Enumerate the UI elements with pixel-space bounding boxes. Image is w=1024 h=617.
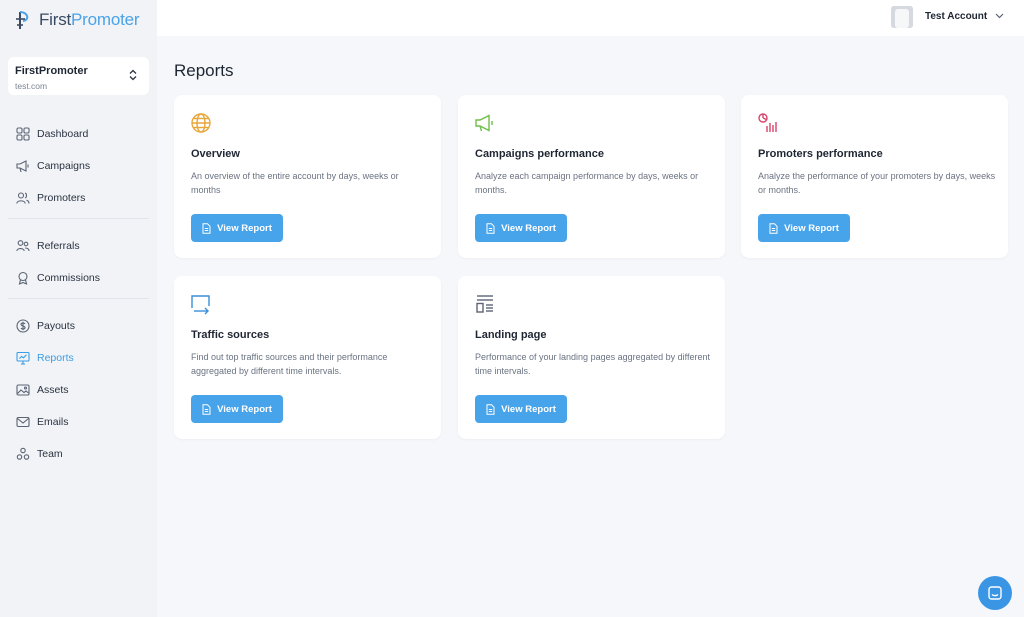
- sidebar-item-campaigns[interactable]: Campaigns: [0, 150, 157, 182]
- card-title: Landing page: [475, 329, 547, 341]
- sidebar-item-team[interactable]: Team: [0, 438, 157, 470]
- card-description: An overview of the entire account by day…: [191, 171, 399, 195]
- report-card-landing: Landing page Performance of your landing…: [458, 276, 725, 439]
- view-report-label: View Report: [501, 403, 556, 415]
- document-icon: [769, 222, 778, 234]
- brand-logo[interactable]: FirstPromoter: [14, 9, 140, 31]
- sidebar-item-label: Reports: [37, 352, 74, 364]
- chevron-down-icon[interactable]: [995, 13, 1004, 19]
- brand-first: First: [39, 10, 72, 29]
- sidebar: FirstPromoter FirstPromoter test.com Das…: [0, 0, 157, 617]
- megaphone-icon: [475, 114, 493, 132]
- sidebar-item-label: Referrals: [37, 240, 80, 252]
- document-icon: [486, 222, 495, 234]
- brand-promoter: Promoter: [71, 10, 140, 29]
- card-title: Traffic sources: [191, 329, 270, 341]
- sidebar-item-label: Team: [37, 448, 63, 460]
- card-description: Analyze the performance of your promoter…: [758, 171, 996, 195]
- view-report-button[interactable]: View Report: [191, 395, 283, 423]
- users-icon: [16, 192, 30, 204]
- avatar-placeholder-icon: [891, 6, 913, 28]
- view-report-label: View Report: [784, 222, 839, 234]
- document-icon: [486, 403, 495, 415]
- image-icon: [16, 384, 30, 396]
- sidebar-item-payouts[interactable]: Payouts: [0, 310, 157, 342]
- team-icon: [16, 447, 30, 460]
- monitor-chart-icon: [16, 351, 30, 365]
- document-icon: [202, 222, 211, 234]
- chat-icon: [988, 586, 1002, 600]
- view-report-button[interactable]: View Report: [475, 395, 567, 423]
- megaphone-icon: [16, 160, 29, 173]
- card-description: Analyze each campaign performance by day…: [475, 171, 699, 195]
- account-name: FirstPromoter: [15, 65, 88, 77]
- chevron-updown-icon: [129, 69, 137, 81]
- sidebar-item-assets[interactable]: Assets: [0, 374, 157, 406]
- sidebar-item-dashboard[interactable]: Dashboard: [0, 118, 157, 150]
- award-icon: [18, 271, 28, 285]
- sidebar-item-label: Campaigns: [37, 160, 91, 172]
- view-report-button[interactable]: View Report: [758, 214, 850, 242]
- sidebar-item-label: Dashboard: [37, 128, 89, 140]
- user-name[interactable]: Test Account: [925, 11, 987, 22]
- nav-divider: [8, 298, 149, 299]
- referrals-icon: [16, 240, 30, 252]
- sidebar-item-label: Payouts: [37, 320, 75, 332]
- globe-icon: [191, 113, 211, 133]
- sidebar-item-referrals[interactable]: Referrals: [0, 230, 157, 262]
- sidebar-item-label: Promoters: [37, 192, 86, 204]
- report-card-overview: Overview An overview of the entire accou…: [174, 95, 441, 258]
- card-title: Promoters performance: [758, 148, 883, 160]
- firstpromoter-logo-icon: [16, 11, 29, 29]
- chat-launcher-button[interactable]: [978, 576, 1012, 610]
- view-report-label: View Report: [501, 222, 556, 234]
- report-card-traffic: Traffic sources Find out top traffic sou…: [174, 276, 441, 439]
- page-title: Reports: [174, 61, 234, 80]
- nav-divider: [8, 218, 149, 219]
- sidebar-item-reports[interactable]: Reports: [0, 342, 157, 374]
- card-title: Campaigns performance: [475, 148, 604, 160]
- account-domain: test.com: [15, 81, 48, 91]
- mail-icon: [16, 416, 30, 428]
- analytics-icon: [758, 113, 777, 132]
- top-bar: Test Account: [157, 0, 1024, 36]
- sidebar-nav: Dashboard Campaigns Promoters Referrals: [0, 118, 157, 470]
- view-report-label: View Report: [217, 403, 272, 415]
- dollar-icon: [16, 319, 30, 333]
- card-description: Find out top traffic sources and their p…: [191, 352, 388, 376]
- sidebar-item-label: Assets: [37, 384, 69, 396]
- avatar[interactable]: [891, 6, 913, 28]
- report-card-promoters: Promoters performance Analyze the perfor…: [741, 95, 1008, 258]
- layout-icon: [476, 295, 493, 313]
- report-card-campaigns: Campaigns performance Analyze each campa…: [458, 95, 725, 258]
- sidebar-item-commissions[interactable]: Commissions: [0, 262, 157, 294]
- sidebar-item-promoters[interactable]: Promoters: [0, 182, 157, 214]
- account-switcher[interactable]: FirstPromoter test.com: [8, 57, 149, 95]
- view-report-button[interactable]: View Report: [475, 214, 567, 242]
- traffic-icon: [191, 295, 210, 315]
- sidebar-item-label: Emails: [37, 416, 69, 428]
- brand-name: FirstPromoter: [39, 10, 140, 30]
- card-title: Overview: [191, 148, 240, 160]
- view-report-label: View Report: [217, 222, 272, 234]
- document-icon: [202, 403, 211, 415]
- card-description: Performance of your landing pages aggreg…: [475, 352, 710, 376]
- sidebar-item-emails[interactable]: Emails: [0, 406, 157, 438]
- dashboard-icon: [16, 127, 30, 141]
- sidebar-item-label: Commissions: [37, 272, 101, 284]
- view-report-button[interactable]: View Report: [191, 214, 283, 242]
